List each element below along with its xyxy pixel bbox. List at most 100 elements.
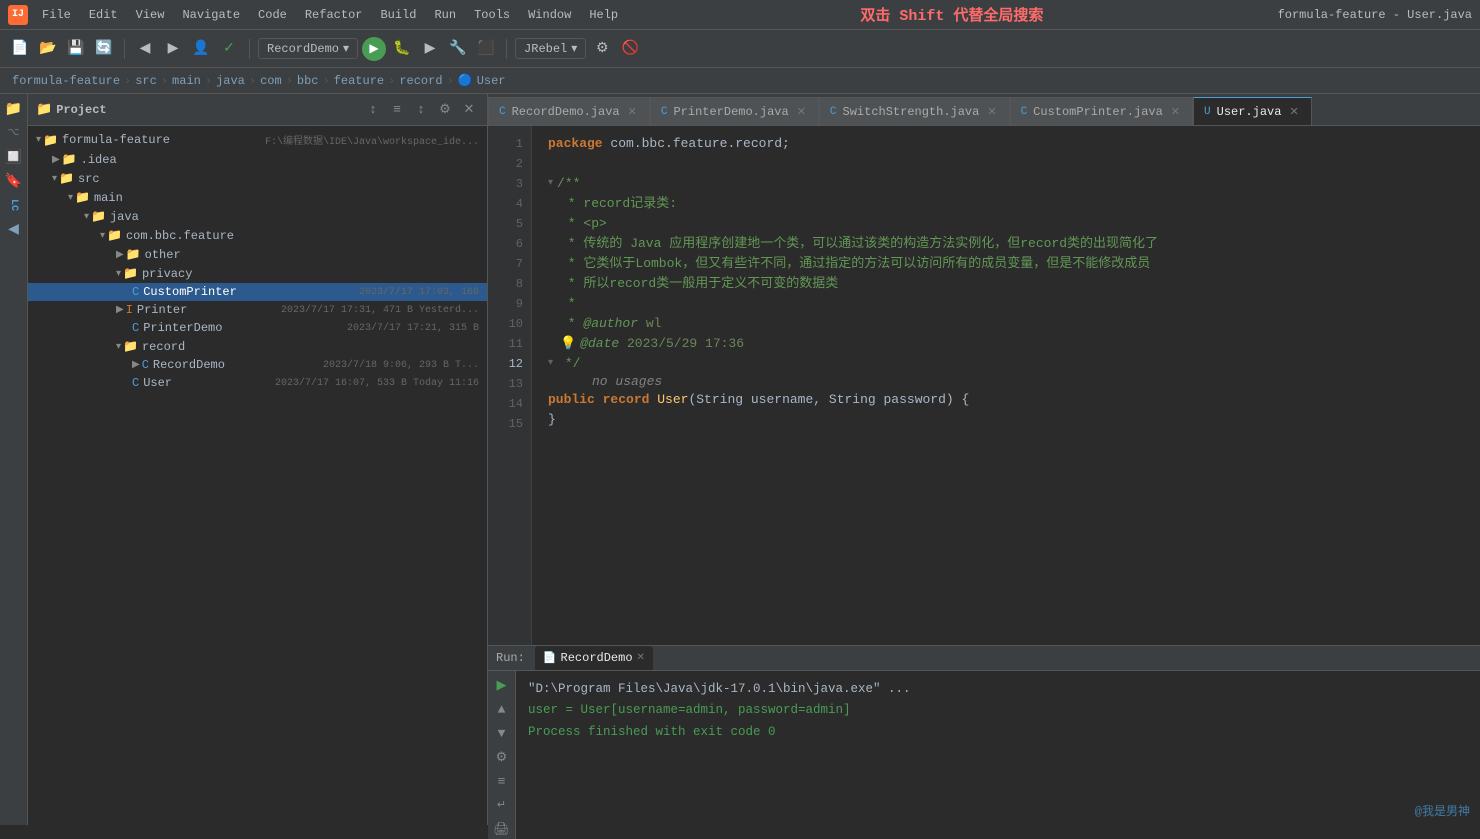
menu-help[interactable]: Help bbox=[581, 6, 626, 24]
tab-close-custom-printer[interactable]: ✕ bbox=[1169, 104, 1182, 120]
run-config-label: RecordDemo bbox=[267, 42, 339, 56]
code-line-6: * 传统的 Java 应用程序创建地一个类，可以通过该类的构造方法实例化，但re… bbox=[548, 234, 1464, 254]
tree-idea[interactable]: ▶ 📁 .idea bbox=[28, 150, 487, 169]
tree-printer-demo[interactable]: C PrinterDemo 2023/7/17 17:21, 315 B bbox=[28, 319, 487, 337]
fold-icon-12[interactable]: ▾ bbox=[548, 354, 553, 374]
tab-label-switch-strength: SwitchStrength.java bbox=[843, 105, 980, 119]
tab-label-custom-printer: CustomPrinter.java bbox=[1033, 105, 1163, 119]
tab-record-demo[interactable]: C RecordDemo.java ✕ bbox=[488, 97, 650, 125]
toolbar-extra2[interactable]: 🚫 bbox=[618, 37, 642, 61]
print-icon[interactable]: 🖨 bbox=[492, 819, 512, 839]
tree-other[interactable]: ▶ 📁 other bbox=[28, 245, 487, 264]
code-content[interactable]: package com.bbc.feature.record; ▾/** * r… bbox=[532, 126, 1480, 645]
tree-privacy[interactable]: ▾ 📁 privacy bbox=[28, 264, 487, 283]
menu-file[interactable]: File bbox=[34, 6, 79, 24]
run-icon[interactable]: ▶ bbox=[492, 675, 512, 695]
menu-code[interactable]: Code bbox=[250, 6, 295, 24]
run-config-dropdown[interactable]: RecordDemo ▾ bbox=[258, 38, 358, 59]
fold-icon-3[interactable]: ▾ bbox=[548, 174, 553, 194]
toolbar-new-btn[interactable]: 📄 bbox=[8, 37, 32, 61]
sidebar-commit-icon[interactable]: ⌥ bbox=[3, 122, 25, 144]
scroll-down-icon[interactable]: ▼ bbox=[492, 723, 512, 743]
menu-view[interactable]: View bbox=[128, 6, 173, 24]
menu-tools[interactable]: Tools bbox=[466, 6, 518, 24]
jrebel-dropdown[interactable]: JRebel ▾ bbox=[515, 38, 586, 59]
project-panel-header: 📁 Project ↕ ≡ ↕ ⚙ ✕ bbox=[28, 94, 487, 126]
toolbar-forward-btn[interactable]: ▶ bbox=[161, 37, 185, 61]
panel-collapse-btn[interactable]: ≡ bbox=[387, 100, 407, 120]
toolbar-refresh-btn[interactable]: 🔄 bbox=[92, 37, 116, 61]
tree-java[interactable]: ▾ 📁 java bbox=[28, 207, 487, 226]
tree-src[interactable]: ▾ 📁 src bbox=[28, 169, 487, 188]
sep3: › bbox=[205, 74, 212, 88]
wrap-icon[interactable]: ↵ bbox=[492, 795, 512, 815]
tree-custom-printer[interactable]: C CustomPrinter 2023/7/17 17:03, 166 bbox=[28, 283, 487, 301]
coverage-btn[interactable]: ▶ bbox=[418, 37, 442, 61]
bottom-tab-close[interactable]: ✕ bbox=[637, 652, 645, 664]
panel-sort-btn[interactable]: ↕ bbox=[411, 100, 431, 120]
tree-main[interactable]: ▾ 📁 main bbox=[28, 188, 487, 207]
breadcrumb-feature[interactable]: feature bbox=[334, 74, 384, 88]
menu-navigate[interactable]: Navigate bbox=[174, 6, 248, 24]
filter-icon[interactable]: ≡ bbox=[492, 771, 512, 791]
editor-area: C RecordDemo.java ✕ C PrinterDemo.java ✕… bbox=[488, 94, 1480, 825]
tab-close-printer-demo[interactable]: ✕ bbox=[795, 104, 808, 120]
tab-user[interactable]: U User.java ✕ bbox=[1193, 97, 1312, 125]
menu-refactor[interactable]: Refactor bbox=[297, 6, 371, 24]
sidebar-project-icon[interactable]: 📁 bbox=[3, 98, 25, 120]
breadcrumb-record[interactable]: record bbox=[399, 74, 442, 88]
sidebar-arrow-icon[interactable]: ◀ bbox=[3, 218, 25, 240]
profile-btn[interactable]: 🔧 bbox=[446, 37, 470, 61]
stop-btn[interactable]: ⬛ bbox=[474, 37, 498, 61]
toolbar-save-btn[interactable]: 💾 bbox=[64, 37, 88, 61]
menu-bar[interactable]: File Edit View Navigate Code Refactor Bu… bbox=[34, 6, 626, 24]
breadcrumb-main[interactable]: main bbox=[172, 74, 201, 88]
run-button[interactable]: ▶ bbox=[362, 37, 386, 61]
bottom-tab-record-demo[interactable]: 📄 RecordDemo ✕ bbox=[535, 646, 653, 670]
breadcrumb-src[interactable]: src bbox=[135, 74, 157, 88]
menu-build[interactable]: Build bbox=[372, 6, 424, 24]
tree-record[interactable]: ▾ 📁 record bbox=[28, 337, 487, 356]
tab-close-record-demo[interactable]: ✕ bbox=[626, 104, 639, 120]
code-line-13: public record User(String username, Stri… bbox=[548, 390, 1464, 410]
tree-user[interactable]: C User 2023/7/17 16:07, 533 B Today 11:1… bbox=[28, 374, 487, 392]
sidebar-structure-icon[interactable]: 🔲 bbox=[3, 146, 25, 168]
tree-printer[interactable]: ▶ I Printer 2023/7/17 17:31, 471 B Yeste… bbox=[28, 301, 487, 319]
panel-expand-btn[interactable]: ↕ bbox=[363, 100, 383, 120]
tab-close-user[interactable]: ✕ bbox=[1287, 104, 1300, 120]
toolbar-vcs-btn[interactable]: 👤 bbox=[189, 37, 213, 61]
code-line-2 bbox=[548, 154, 1464, 174]
menu-edit[interactable]: Edit bbox=[81, 6, 126, 24]
sidebar-leetcode-icon[interactable]: LC bbox=[3, 194, 25, 216]
tree-record-demo[interactable]: ▶ C RecordDemo 2023/7/18 9:06, 293 B T..… bbox=[28, 356, 487, 374]
debug-btn[interactable]: 🐛 bbox=[390, 37, 414, 61]
tab-bar: C RecordDemo.java ✕ C PrinterDemo.java ✕… bbox=[488, 94, 1480, 126]
tab-close-switch-strength[interactable]: ✕ bbox=[985, 104, 998, 120]
breadcrumb-java[interactable]: java bbox=[216, 74, 245, 88]
breadcrumb-com[interactable]: com bbox=[260, 74, 282, 88]
terminal-output: "D:\Program Files\Java\jdk-17.0.1\bin\ja… bbox=[516, 671, 1480, 839]
breadcrumb-root[interactable]: formula-feature bbox=[12, 74, 120, 88]
menu-window[interactable]: Window bbox=[520, 6, 579, 24]
project-panel-icon: 📁 bbox=[36, 102, 52, 117]
toolbar-extra1[interactable]: ⚙ bbox=[590, 37, 614, 61]
title-center-text: 双击 Shift 代替全局搜索 bbox=[632, 4, 1271, 25]
project-tree: ▾ 📁 formula-feature F:\编程数据\IDE\Java\wor… bbox=[28, 126, 487, 825]
tab-custom-printer[interactable]: C CustomPrinter.java ✕ bbox=[1010, 97, 1193, 125]
tab-printer-demo[interactable]: C PrinterDemo.java ✕ bbox=[650, 97, 819, 125]
menu-run[interactable]: Run bbox=[426, 6, 464, 24]
tab-switch-strength[interactable]: C SwitchStrength.java ✕ bbox=[819, 97, 1010, 125]
toolbar-open-btn[interactable]: 📂 bbox=[36, 37, 60, 61]
tree-com-bbc-feature[interactable]: ▾ 📁 com.bbc.feature bbox=[28, 226, 487, 245]
scroll-up-icon[interactable]: ▲ bbox=[492, 699, 512, 719]
panel-settings-btn[interactable]: ⚙ bbox=[435, 100, 455, 120]
app-logo: IJ bbox=[8, 5, 28, 25]
toolbar-git-btn[interactable]: ✓ bbox=[217, 37, 241, 61]
tree-root[interactable]: ▾ 📁 formula-feature F:\编程数据\IDE\Java\wor… bbox=[28, 130, 487, 150]
settings-icon[interactable]: ⚙ bbox=[492, 747, 512, 767]
panel-close-btn[interactable]: ✕ bbox=[459, 100, 479, 120]
breadcrumb-bbc[interactable]: bbc bbox=[297, 74, 319, 88]
toolbar-back-btn[interactable]: ◀ bbox=[133, 37, 157, 61]
breadcrumb-user[interactable]: User bbox=[477, 74, 506, 88]
sidebar-bookmark-icon[interactable]: 🔖 bbox=[3, 170, 25, 192]
